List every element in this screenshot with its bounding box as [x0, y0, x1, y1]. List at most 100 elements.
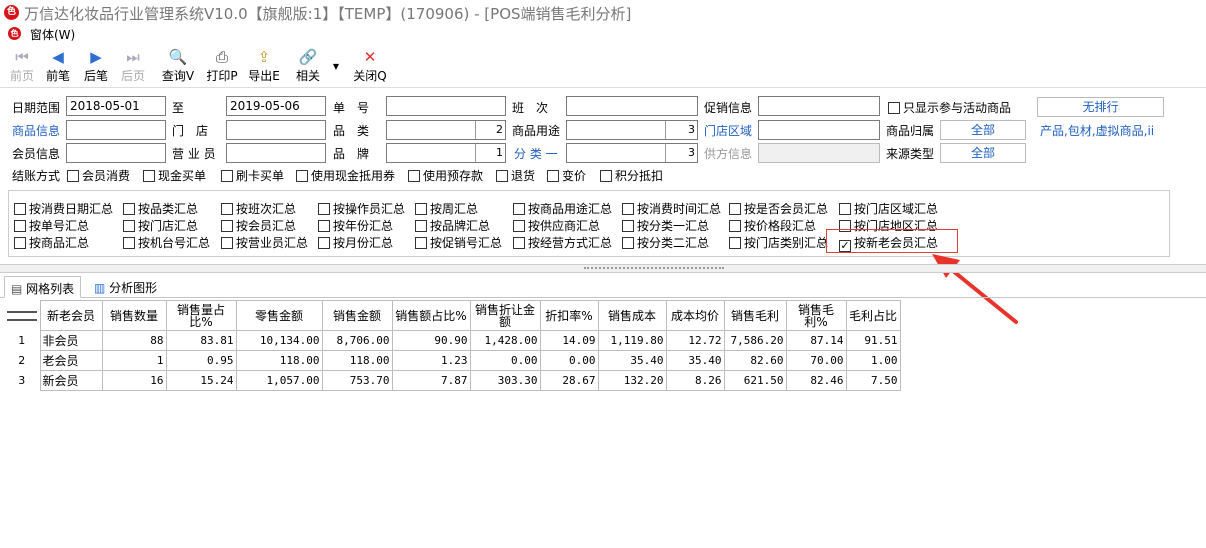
summary-option-0-0[interactable]: 按消费日期汇总: [14, 200, 113, 217]
settlement-return[interactable]: 退货: [496, 167, 535, 184]
table-cell[interactable]: 0.00: [469, 350, 541, 371]
doc-no-input[interactable]: [386, 96, 506, 116]
summary-option-2-1[interactable]: 按机台号汇总: [123, 234, 210, 251]
summary-option-0-8[interactable]: 按门店区域汇总: [839, 200, 938, 217]
column-header[interactable]: 销售量占比%: [165, 300, 237, 331]
summary-option-0-4[interactable]: 按周汇总: [415, 200, 478, 217]
settlement-voucher[interactable]: 使用现金抵用券: [296, 167, 395, 184]
product-owner-select[interactable]: 全部: [940, 120, 1026, 140]
table-cell[interactable]: 118.00: [235, 350, 323, 371]
next-record-button[interactable]: ▶ 后笔: [80, 46, 112, 84]
table-cell[interactable]: 新会员: [39, 370, 103, 391]
date-to-input[interactable]: 2019-05-06: [226, 96, 326, 116]
table-cell[interactable]: 7.50: [845, 370, 901, 391]
brand-input[interactable]: 1: [386, 143, 506, 163]
member-info-input[interactable]: [66, 143, 166, 163]
table-cell[interactable]: 7.87: [391, 370, 471, 391]
product-info-label[interactable]: 商品信息: [12, 122, 60, 139]
table-cell[interactable]: 91.51: [845, 330, 901, 351]
table-cell[interactable]: 1.23: [391, 350, 471, 371]
date-from-input[interactable]: 2018-05-01: [66, 96, 166, 116]
table-cell[interactable]: 8.26: [665, 370, 725, 391]
table-cell[interactable]: 16: [101, 370, 167, 391]
column-header[interactable]: 销售折让金额: [469, 300, 541, 331]
column-header[interactable]: 折扣率%: [539, 300, 599, 331]
summary-option-1-0[interactable]: 按单号汇总: [14, 217, 89, 234]
table-cell[interactable]: 28.67: [539, 370, 599, 391]
column-header[interactable]: 销售毛利: [723, 300, 787, 331]
table-cell[interactable]: 1: [101, 350, 167, 371]
table-cell[interactable]: 老会员: [39, 350, 103, 371]
summary-option-0-1[interactable]: 按品类汇总: [123, 200, 198, 217]
menu-window[interactable]: 窗体(W): [30, 26, 75, 43]
table-cell[interactable]: 15.24: [165, 370, 237, 391]
summary-option-1-3[interactable]: 按年份汇总: [318, 217, 393, 234]
store-area-input[interactable]: [758, 120, 880, 140]
summary-option-0-5[interactable]: 按商品用途汇总: [513, 200, 612, 217]
table-cell[interactable]: 70.00: [785, 350, 847, 371]
promo-only-checkbox[interactable]: 只显示参与活动商品: [888, 99, 1011, 116]
summary-option-1-6[interactable]: 按分类一汇总: [622, 217, 709, 234]
class-input[interactable]: 3: [566, 143, 698, 163]
prev-record-button[interactable]: ◀ 前笔: [42, 46, 74, 84]
summary-option-2-4[interactable]: 按促销号汇总: [415, 234, 502, 251]
summary-option-1-7[interactable]: 按价格段汇总: [729, 217, 816, 234]
summary-option-1-4[interactable]: 按品牌汇总: [415, 217, 490, 234]
table-cell[interactable]: 10,134.00: [235, 330, 323, 351]
promo-input[interactable]: [758, 96, 880, 116]
summary-option-0-2[interactable]: 按班次汇总: [221, 200, 296, 217]
store-area-label[interactable]: 门店区域: [704, 122, 752, 139]
close-button[interactable]: ✕ 关闭Q: [352, 46, 388, 84]
table-cell[interactable]: 7,586.20: [723, 330, 787, 351]
settlement-points[interactable]: 积分抵扣: [600, 167, 663, 184]
table-cell[interactable]: 35.40: [597, 350, 667, 371]
export-button[interactable]: ⇪ 导出E: [246, 46, 282, 84]
related-dropdown[interactable]: ▼: [330, 58, 342, 72]
table-cell[interactable]: 753.70: [321, 370, 393, 391]
table-cell[interactable]: 1.00: [845, 350, 901, 371]
related-button[interactable]: 🔗 相关: [292, 46, 324, 84]
splitter-grip[interactable]: [584, 267, 724, 270]
table-cell[interactable]: 82.60: [723, 350, 787, 371]
table-cell[interactable]: 8,706.00: [321, 330, 393, 351]
summary-option-2-3[interactable]: 按月份汇总: [318, 234, 393, 251]
tab-grid-list[interactable]: ▤ 网格列表: [4, 276, 82, 298]
settlement-card[interactable]: 刷卡买单: [221, 167, 284, 184]
sort-button[interactable]: 无排行: [1037, 97, 1164, 117]
summary-option-2-7[interactable]: 按门店类别汇总: [729, 234, 828, 251]
table-cell[interactable]: 88: [101, 330, 167, 351]
grid-row-header-icon[interactable]: [4, 300, 40, 331]
summary-option-1-5[interactable]: 按供应商汇总: [513, 217, 600, 234]
summary-option-2-0[interactable]: 按商品汇总: [14, 234, 89, 251]
column-header[interactable]: 销售成本: [597, 300, 667, 331]
table-cell[interactable]: 621.50: [723, 370, 787, 391]
settlement-price-change[interactable]: 变价: [547, 167, 586, 184]
table-cell[interactable]: 14.09: [539, 330, 599, 351]
table-cell[interactable]: 35.40: [665, 350, 725, 371]
tab-analysis-chart[interactable]: ▥ 分析图形: [88, 276, 163, 298]
summary-option-0-3[interactable]: 按操作员汇总: [318, 200, 405, 217]
table-cell[interactable]: 0.00: [539, 350, 599, 371]
table-cell[interactable]: 12.72: [665, 330, 725, 351]
summary-option-0-6[interactable]: 按消费时间汇总: [622, 200, 721, 217]
table-cell[interactable]: 90.90: [391, 330, 471, 351]
table-cell[interactable]: 83.81: [165, 330, 237, 351]
summary-option-2-2[interactable]: 按营业员汇总: [221, 234, 308, 251]
column-header[interactable]: 毛利占比: [845, 300, 901, 331]
column-header[interactable]: 成本均价: [665, 300, 725, 331]
summary-option-0-7[interactable]: 按是否会员汇总: [729, 200, 828, 217]
table-row[interactable]: 2 老会员 1 0.95 118.00 118.00 1.23 0.00 0.00 35.40 35…: [4, 350, 901, 371]
table-cell[interactable]: 118.00: [321, 350, 393, 371]
column-header[interactable]: 销售数量: [101, 300, 167, 331]
splitter[interactable]: [0, 264, 1206, 273]
shift-input[interactable]: [566, 96, 698, 116]
column-header[interactable]: 销售金额: [321, 300, 393, 331]
next-page-button[interactable]: ⏭ 后页: [117, 46, 149, 84]
table-row[interactable]: 3 新会员 16 15.24 1,057.00 753.70 7.87 303.30 28.67…: [4, 370, 901, 391]
store-input[interactable]: [226, 120, 326, 140]
class-label[interactable]: 分 类 一: [514, 145, 558, 162]
table-cell[interactable]: 87.14: [785, 330, 847, 351]
prev-page-button[interactable]: ⏮ 前页: [6, 46, 38, 84]
query-button[interactable]: 🔍 查询V: [160, 46, 196, 84]
settlement-member[interactable]: 会员消费: [67, 167, 130, 184]
